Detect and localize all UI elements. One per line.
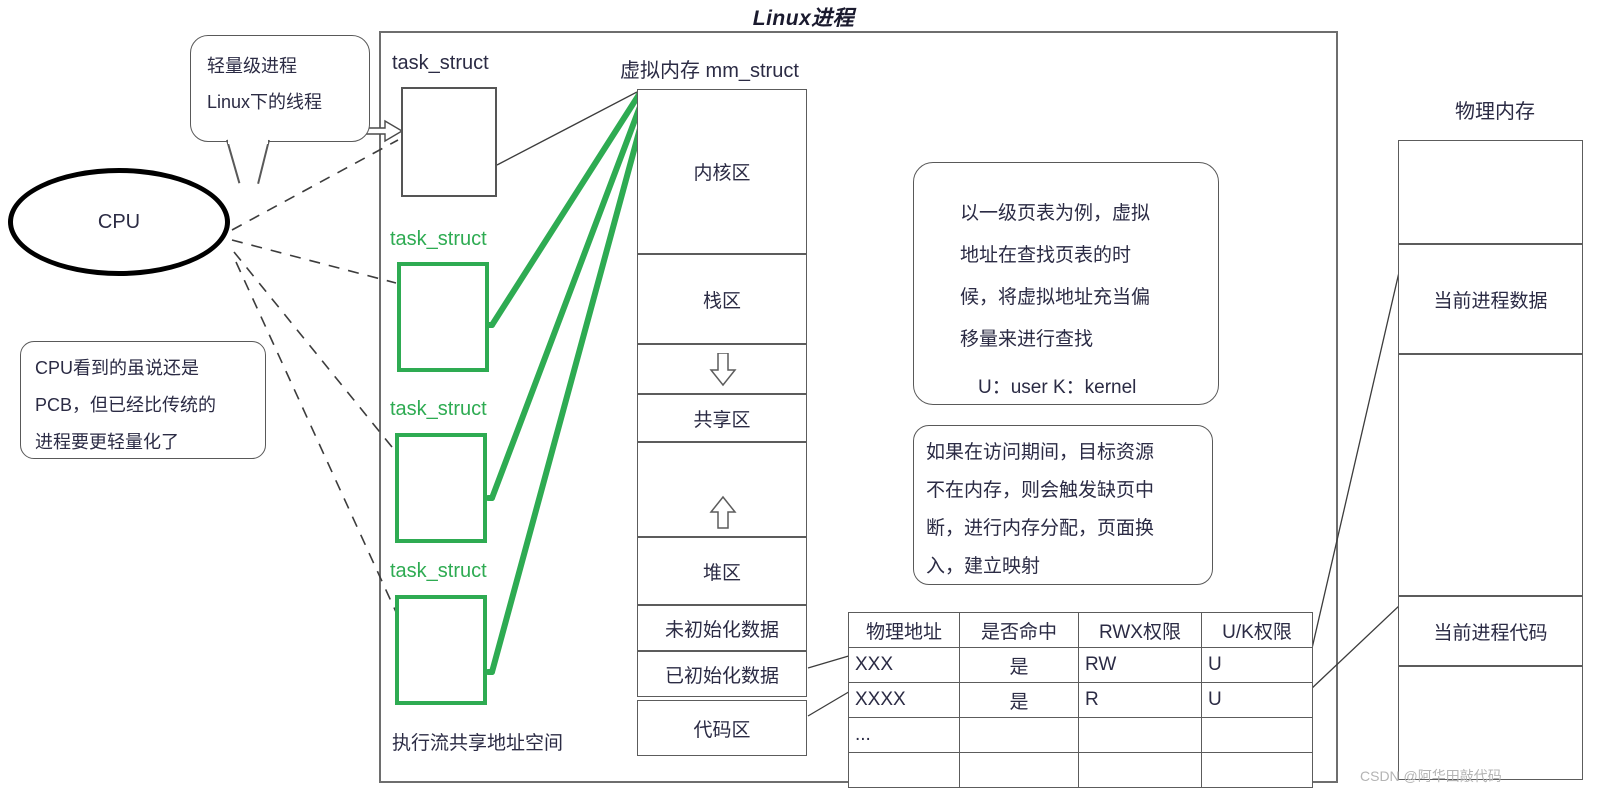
- pm-cell-0: [1398, 140, 1583, 244]
- task-struct-label-0: task_struct: [392, 52, 489, 74]
- callout-thread-tail-cover: [228, 138, 268, 144]
- callout-pagefault-line1: 如果在访问期间，目标资源: [926, 442, 1155, 463]
- arrow-up-icon: [709, 495, 737, 529]
- cpu-node: CPU: [8, 168, 230, 276]
- page-table-cell-0-3: U: [1201, 647, 1313, 683]
- pm-cell-current-process-code: 当前进程代码: [1398, 596, 1583, 666]
- pm-cell-2: [1398, 354, 1583, 596]
- page-table: 物理地址 是否命中 RWX权限 U/K权限 XXX 是 RW U XXXX 是 …: [848, 612, 1313, 788]
- vm-cell-heap-grow: [637, 442, 807, 537]
- vm-cell-kernel: 内核区: [637, 89, 807, 254]
- diagram-canvas: Linux进程 CPU 轻量级进程 Linux下的线程 CPU看到的虽说还是 P…: [0, 0, 1607, 812]
- callout-pagetable-line1: 以一级页表为例，虚拟: [960, 203, 1151, 224]
- exec-flow-shared-address-label: 执行流共享地址空间: [392, 733, 564, 754]
- page-table-cell-0-0: XXX: [848, 647, 960, 683]
- page-table-cell-1-2: R: [1078, 682, 1202, 718]
- arrow-down-icon: [709, 353, 737, 387]
- page-table-cell-1-3: U: [1201, 682, 1313, 718]
- callout-pagefault-line3: 断，进行内存分配，页面换: [926, 518, 1155, 539]
- page-table-header-row: 物理地址 是否命中 RWX权限 U/K权限: [848, 612, 1313, 648]
- page-table-header-1: 是否命中: [959, 612, 1079, 648]
- task-struct-box-3: [395, 595, 487, 705]
- vm-cell-shared: 共享区: [637, 394, 807, 442]
- vm-cell-bss: 未初始化数据: [637, 605, 807, 651]
- task-struct-label-2: task_struct: [390, 398, 487, 420]
- page-table-cell-2-1: [959, 717, 1079, 753]
- vm-cell-heap: 堆区: [637, 537, 807, 605]
- task-struct-label-1: task_struct: [390, 228, 487, 250]
- pm-cell-4: [1398, 666, 1583, 780]
- callout-pagetable-line4: 移量来进行查找: [960, 329, 1094, 350]
- callout-pagetable-line3: 候，将虚拟地址充当偏: [960, 287, 1151, 308]
- task-struct-label-3: task_struct: [390, 560, 487, 582]
- callout-pcb-line2: PCB，但已经比传统的: [35, 395, 217, 415]
- callout-page-table-note: 以一级页表为例，虚拟 地址在查找页表的时 候，将虚拟地址充当偏 移量来进行查找 …: [913, 162, 1219, 405]
- callout-lightweight-process: 轻量级进程 Linux下的线程: [190, 35, 370, 142]
- pm-cell-current-process-data: 当前进程数据: [1398, 244, 1583, 354]
- page-table-cell-1-0: XXXX: [848, 682, 960, 718]
- virtual-memory-title: 虚拟内存 mm_struct: [620, 60, 799, 82]
- vm-cell-stack: 栈区: [637, 254, 807, 344]
- page-table-header-2: RWX权限: [1078, 612, 1202, 648]
- page-table-header-3: U/K权限: [1201, 612, 1313, 648]
- callout-thread-tail-left: [226, 139, 240, 184]
- callout-thread-line2: Linux下的线程: [207, 92, 323, 112]
- table-row: XXX 是 RW U: [848, 647, 1313, 683]
- callout-pcb-line3: 进程要更轻量化了: [35, 432, 179, 452]
- physical-memory-title: 物理内存: [1455, 101, 1535, 123]
- task-struct-box-2: [395, 433, 487, 543]
- callout-pcb-line1: CPU看到的虽说还是: [35, 358, 200, 378]
- page-table-cell-3-3: [1201, 752, 1313, 788]
- page-table-cell-2-0: ...: [848, 717, 960, 753]
- table-row: [848, 752, 1313, 788]
- watermark: CSDN @阿华田敲代码: [1360, 768, 1502, 784]
- cpu-label: CPU: [97, 210, 141, 233]
- page-table-cell-3-0: [848, 752, 960, 788]
- callout-page-fault-note: 如果在访问期间，目标资源 不在内存，则会触发缺页中 断，进行内存分配，页面换 入…: [913, 425, 1213, 585]
- page-table-cell-0-1: 是: [959, 647, 1079, 683]
- task-struct-box-1: [397, 262, 489, 372]
- page-table-cell-0-2: RW: [1078, 647, 1202, 683]
- page-title: Linux进程: [752, 7, 855, 30]
- vm-cell-text: 代码区: [637, 700, 807, 756]
- page-table-cell-2-3: [1201, 717, 1313, 753]
- callout-pagetable-line2: 地址在查找页表的时: [960, 245, 1132, 266]
- virtual-memory-column: 内核区 栈区 共享区 堆区 未初始化数据 已初始化数据 代码区: [637, 89, 807, 756]
- callout-thread-line1: 轻量级进程: [207, 56, 297, 76]
- page-table-cell-3-2: [1078, 752, 1202, 788]
- table-row: ...: [848, 717, 1313, 753]
- page-table-header-0: 物理地址: [848, 612, 960, 648]
- callout-pagefault-line4: 入，建立映射: [926, 556, 1041, 577]
- callout-thread-tail-right: [257, 139, 270, 184]
- callout-pagetable-legend: U：user K：kernel: [978, 377, 1137, 398]
- callout-pagefault-line2: 不在内存，则会触发缺页中: [926, 480, 1155, 501]
- page-table-cell-2-2: [1078, 717, 1202, 753]
- task-struct-box-0: [401, 87, 497, 197]
- page-table-cell-1-1: 是: [959, 682, 1079, 718]
- callout-pcb-note: CPU看到的虽说还是 PCB，但已经比传统的 进程要更轻量化了: [20, 341, 266, 459]
- table-row: XXXX 是 R U: [848, 682, 1313, 718]
- vm-cell-stack-grow: [637, 344, 807, 394]
- vm-cell-data: 已初始化数据: [637, 651, 807, 697]
- page-table-cell-3-1: [959, 752, 1079, 788]
- physical-memory-column: 当前进程数据 当前进程代码: [1398, 140, 1583, 780]
